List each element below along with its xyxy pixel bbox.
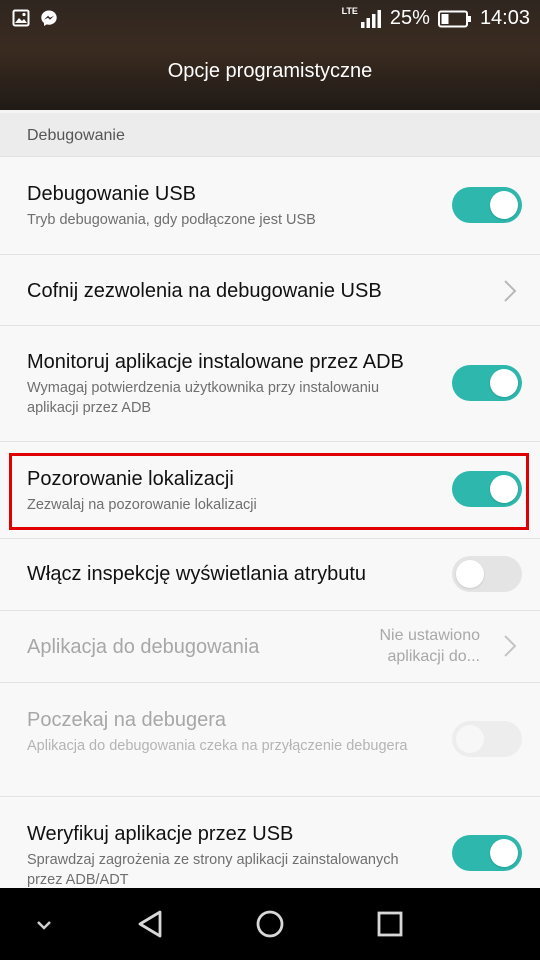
image-icon: [12, 9, 30, 27]
setting-subtitle: Zezwalaj na pozorowanie lokalizacji: [27, 497, 257, 513]
toggle-knob: [456, 725, 484, 753]
setting-subtitle: Sprawdzaj zagrożenia ze strony aplikacji…: [27, 852, 399, 888]
setting-title: Monitoruj aplikacje instalowane przez AD…: [27, 351, 404, 373]
recents-icon[interactable]: [370, 904, 410, 944]
home-icon[interactable]: [250, 904, 290, 944]
setting-mock-location[interactable]: Pozorowanie lokalizacji Zezwalaj na pozo…: [0, 442, 540, 539]
setting-subtitle: Tryb debugowania, gdy podłączone jest US…: [27, 212, 316, 228]
status-bar: LTE 25% 14:03: [0, 0, 540, 38]
setting-title: Weryfikuj aplikacje przez USB: [27, 823, 294, 845]
setting-revoke-usb-auth[interactable]: Cofnij zezwolenia na debugowanie USB: [0, 255, 540, 326]
chevron-right-icon: [504, 635, 517, 657]
setting-usb-debugging[interactable]: Debugowanie USB Tryb debugowania, gdy po…: [0, 157, 540, 255]
page-title: Opcje programistyczne: [167, 60, 373, 82]
setting-value: Nie ustawiono aplikacji do...: [380, 625, 481, 667]
verify-usb-toggle[interactable]: [452, 835, 522, 871]
setting-title: Pozorowanie lokalizacji: [27, 468, 234, 490]
setting-subtitle: Aplikacja do debugowania czeka na przyłą…: [27, 738, 408, 754]
battery-percent: 25%: [389, 7, 430, 29]
setting-title: Debugowanie USB: [27, 183, 196, 205]
wait-debugger-toggle: [452, 721, 522, 757]
clock: 14:03: [479, 7, 530, 29]
setting-title: Cofnij zezwolenia na debugowanie USB: [27, 280, 382, 302]
attribute-inspection-toggle[interactable]: [452, 556, 522, 592]
chevron-right-icon: [504, 280, 517, 302]
usb-debugging-toggle[interactable]: [452, 187, 522, 223]
chevron-down-icon[interactable]: [24, 904, 64, 944]
setting-verify-adb-installs[interactable]: Monitoruj aplikacje instalowane przez AD…: [0, 326, 540, 442]
battery-icon: [437, 10, 471, 27]
mock-location-toggle[interactable]: [452, 471, 522, 507]
navigation-bar: [0, 888, 540, 960]
messenger-icon: [41, 10, 57, 26]
monitor-adb-toggle[interactable]: [452, 365, 522, 401]
toggle-knob: [490, 191, 518, 219]
setting-title: Aplikacja do debugowania: [27, 636, 260, 658]
toggle-knob: [490, 839, 518, 867]
setting-value-line1: Nie ustawiono: [379, 627, 481, 644]
setting-wait-for-debugger: Poczekaj na debugera Aplikacja do debugo…: [0, 683, 540, 797]
setting-subtitle: Wymagaj potwierdzenia użytkownika przy i…: [27, 380, 380, 416]
settings-list[interactable]: Debugowanie Debugowanie USB Tryb debugow…: [0, 113, 540, 888]
setting-title: Poczekaj na debugera: [27, 709, 227, 731]
setting-title: Włącz inspekcję wyświetlania atrybutu: [27, 563, 367, 585]
toggle-knob: [490, 369, 518, 397]
setting-view-attribute-inspection[interactable]: Włącz inspekcję wyświetlania atrybutu: [0, 539, 540, 611]
toggle-knob: [456, 560, 484, 588]
app-header: LTE 25% 14:03 Opcje programistyczne: [0, 0, 540, 110]
setting-debug-app: Aplikacja do debugowania Nie ustawiono a…: [0, 611, 540, 683]
toggle-knob: [490, 475, 518, 503]
network-type: LTE: [341, 5, 358, 16]
setting-verify-usb-apps[interactable]: Weryfikuj aplikacje przez USB Sprawdzaj …: [0, 797, 540, 888]
signal-icon: [360, 9, 381, 28]
section-header-debugging: Debugowanie: [0, 113, 540, 157]
back-icon[interactable]: [130, 904, 170, 944]
setting-value-line2: aplikacji do...: [387, 648, 481, 665]
